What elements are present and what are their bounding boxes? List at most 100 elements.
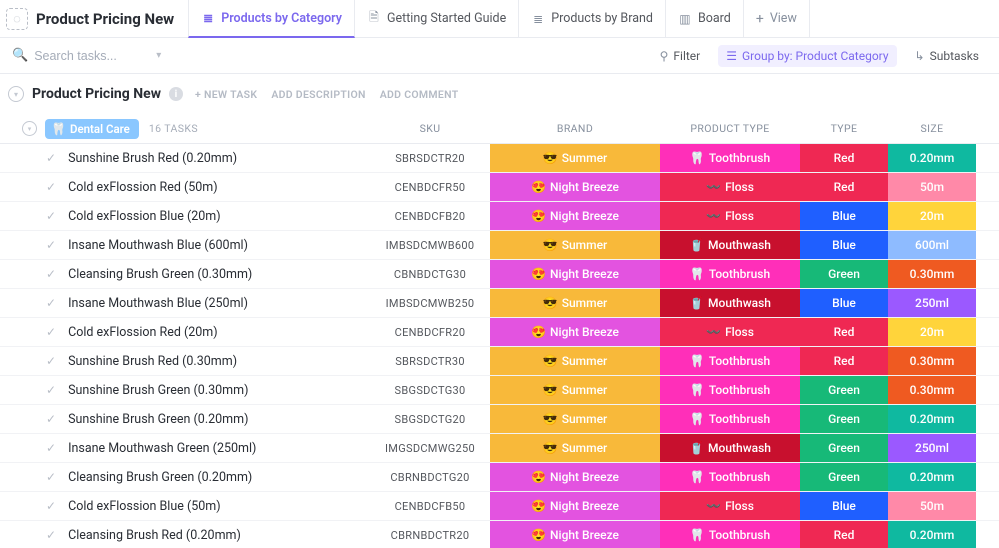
type-cell[interactable]: Red	[800, 347, 888, 375]
subtasks-button[interactable]: ↳ Subtasks	[907, 45, 987, 67]
brand-cell[interactable]: 😎Summer	[490, 144, 660, 172]
size-cell[interactable]: 50m	[888, 492, 976, 520]
column-header-type[interactable]: TYPE	[800, 122, 888, 135]
checkmark-icon[interactable]: ✓	[46, 412, 56, 426]
sku-cell[interactable]: CENBDCFR50	[370, 173, 490, 201]
product-type-cell[interactable]: 〰️Floss	[660, 318, 800, 346]
task-name-cell[interactable]: ✓Insane Mouthwash Blue (600ml)	[0, 231, 370, 259]
product-type-cell[interactable]: 🥤Mouthwash	[660, 434, 800, 462]
type-cell[interactable]: Green	[800, 376, 888, 404]
size-cell[interactable]: 0.20mm	[888, 405, 976, 433]
task-name-cell[interactable]: ✓Cleansing Brush Green (0.20mm)	[0, 463, 370, 491]
brand-cell[interactable]: 😎Summer	[490, 231, 660, 259]
type-cell[interactable]: Red	[800, 173, 888, 201]
sku-cell[interactable]: CBRNBDCTG20	[370, 463, 490, 491]
column-header-product-type[interactable]: PRODUCT TYPE	[660, 122, 800, 135]
column-header-brand[interactable]: BRAND	[490, 122, 660, 135]
size-cell[interactable]: 50m	[888, 173, 976, 201]
type-cell[interactable]: Red	[800, 144, 888, 172]
group-by-button[interactable]: ☰ Group by: Product Category	[718, 45, 896, 67]
task-name-cell[interactable]: ✓Sunshine Brush Red (0.20mm)	[0, 144, 370, 172]
table-row[interactable]: ✓Insane Mouthwash Blue (250ml)IMBSDCMWB2…	[0, 289, 999, 318]
chevron-down-icon[interactable]: ▾	[156, 50, 161, 61]
product-type-cell[interactable]: 🥤Mouthwash	[660, 231, 800, 259]
task-name-cell[interactable]: ✓Insane Mouthwash Blue (250ml)	[0, 289, 370, 317]
product-type-cell[interactable]: 〰️Floss	[660, 202, 800, 230]
checkmark-icon[interactable]: ✓	[46, 441, 56, 455]
size-cell[interactable]: 0.30mm	[888, 347, 976, 375]
brand-cell[interactable]: 😎Summer	[490, 405, 660, 433]
product-type-cell[interactable]: 🦷Toothbrush	[660, 405, 800, 433]
task-name-cell[interactable]: ✓Sunshine Brush Red (0.30mm)	[0, 347, 370, 375]
task-name-cell[interactable]: ✓Cleansing Brush Green (0.30mm)	[0, 260, 370, 288]
table-row[interactable]: ✓Insane Mouthwash Green (250ml)IMGSDCMWG…	[0, 434, 999, 463]
column-header-sku[interactable]: SKU	[370, 122, 490, 135]
sku-cell[interactable]: SBRSDCTR20	[370, 144, 490, 172]
checkmark-icon[interactable]: ✓	[46, 383, 56, 397]
checkmark-icon[interactable]: ✓	[46, 180, 56, 194]
size-cell[interactable]: 20m	[888, 318, 976, 346]
type-cell[interactable]: Blue	[800, 202, 888, 230]
brand-cell[interactable]: 😍Night Breeze	[490, 260, 660, 288]
table-row[interactable]: ✓Sunshine Brush Red (0.20mm)SBRSDCTR20😎S…	[0, 144, 999, 173]
sku-cell[interactable]: CBRNBDCTR20	[370, 521, 490, 548]
table-row[interactable]: ✓Cleansing Brush Green (0.30mm)CBNBDCTG3…	[0, 260, 999, 289]
task-name-cell[interactable]: ✓Cold exFlossion Blue (50m)	[0, 492, 370, 520]
product-type-cell[interactable]: 🦷Toothbrush	[660, 144, 800, 172]
checkmark-icon[interactable]: ✓	[46, 528, 56, 542]
add-comment-button[interactable]: ADD COMMENT	[380, 88, 459, 101]
table-row[interactable]: ✓Sunshine Brush Green (0.30mm)SBGSDCTG30…	[0, 376, 999, 405]
product-type-cell[interactable]: 🦷Toothbrush	[660, 376, 800, 404]
brand-cell[interactable]: 😍Night Breeze	[490, 492, 660, 520]
product-type-cell[interactable]: 🦷Toothbrush	[660, 260, 800, 288]
group-chip-dental-care[interactable]: 🦷 Dental Care	[45, 119, 139, 139]
sku-cell[interactable]: CENBDCFB50	[370, 492, 490, 520]
checkmark-icon[interactable]: ✓	[46, 499, 56, 513]
sku-cell[interactable]: CBNBDCTG30	[370, 260, 490, 288]
task-name-cell[interactable]: ✓Sunshine Brush Green (0.30mm)	[0, 376, 370, 404]
size-cell[interactable]: 250ml	[888, 289, 976, 317]
product-type-cell[interactable]: 🥤Mouthwash	[660, 289, 800, 317]
checkmark-icon[interactable]: ✓	[46, 151, 56, 165]
checkmark-icon[interactable]: ✓	[46, 209, 56, 223]
checkmark-icon[interactable]: ✓	[46, 325, 56, 339]
size-cell[interactable]: 0.30mm	[888, 260, 976, 288]
table-row[interactable]: ✓Cold exFlossion Red (20m)CENBDCFR20😍Nig…	[0, 318, 999, 347]
tab-board[interactable]: ▥ Board	[666, 0, 744, 37]
type-cell[interactable]: Green	[800, 434, 888, 462]
task-name-cell[interactable]: ✓Cold exFlossion Red (50m)	[0, 173, 370, 201]
task-name-cell[interactable]: ✓Cleansing Brush Red (0.20mm)	[0, 521, 370, 548]
task-name-cell[interactable]: ✓Sunshine Brush Green (0.20mm)	[0, 405, 370, 433]
brand-cell[interactable]: 😍Night Breeze	[490, 318, 660, 346]
page-icon-placeholder[interactable]: ◌	[6, 8, 28, 30]
size-cell[interactable]: 600ml	[888, 231, 976, 259]
checkmark-icon[interactable]: ✓	[46, 267, 56, 281]
product-type-cell[interactable]: 🦷Toothbrush	[660, 347, 800, 375]
type-cell[interactable]: Green	[800, 405, 888, 433]
table-row[interactable]: ✓Cleansing Brush Red (0.20mm)CBRNBDCTR20…	[0, 521, 999, 548]
type-cell[interactable]: Red	[800, 521, 888, 548]
add-view-button[interactable]: + View	[744, 0, 810, 37]
size-cell[interactable]: 0.20mm	[888, 463, 976, 491]
size-cell[interactable]: 20m	[888, 202, 976, 230]
task-name-cell[interactable]: ✓Insane Mouthwash Green (250ml)	[0, 434, 370, 462]
brand-cell[interactable]: 😍Night Breeze	[490, 202, 660, 230]
sku-cell[interactable]: SBGSDCTG20	[370, 405, 490, 433]
column-header-size[interactable]: SIZE	[888, 122, 976, 135]
sku-cell[interactable]: CENBDCFB20	[370, 202, 490, 230]
type-cell[interactable]: Green	[800, 463, 888, 491]
size-cell[interactable]: 0.20mm	[888, 144, 976, 172]
brand-cell[interactable]: 😍Night Breeze	[490, 173, 660, 201]
table-row[interactable]: ✓Sunshine Brush Green (0.20mm)SBGSDCTG20…	[0, 405, 999, 434]
type-cell[interactable]: Blue	[800, 289, 888, 317]
brand-cell[interactable]: 😎Summer	[490, 376, 660, 404]
sku-cell[interactable]: SBRSDCTR30	[370, 347, 490, 375]
checkmark-icon[interactable]: ✓	[46, 354, 56, 368]
size-cell[interactable]: 250ml	[888, 434, 976, 462]
table-row[interactable]: ✓Cold exFlossion Blue (20m)CENBDCFB20😍Ni…	[0, 202, 999, 231]
table-row[interactable]: ✓Cleansing Brush Green (0.20mm)CBRNBDCTG…	[0, 463, 999, 492]
task-name-cell[interactable]: ✓Cold exFlossion Red (20m)	[0, 318, 370, 346]
collapse-group-icon[interactable]: ▾	[22, 121, 37, 136]
checkmark-icon[interactable]: ✓	[46, 296, 56, 310]
tab-products-by-category[interactable]: ≣ Products by Category	[188, 0, 355, 38]
